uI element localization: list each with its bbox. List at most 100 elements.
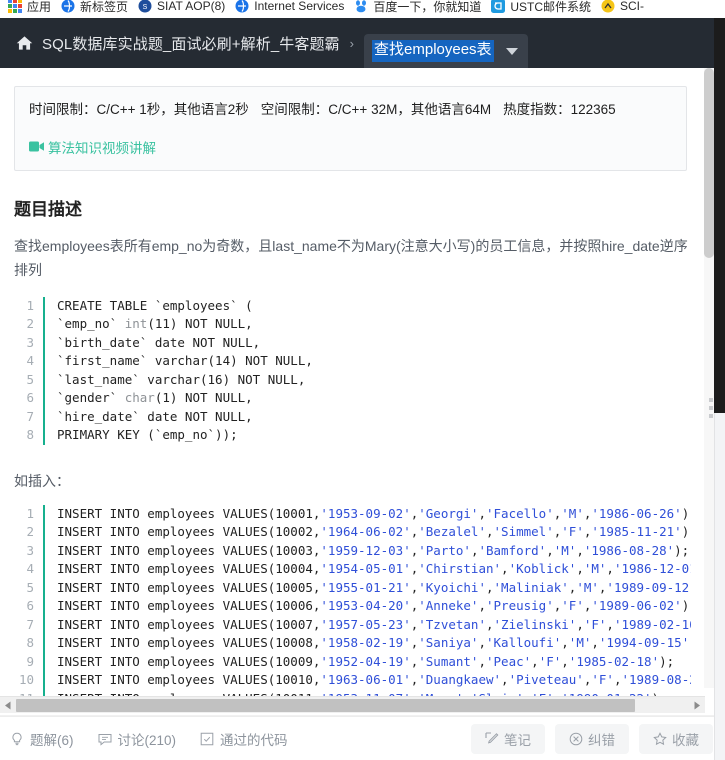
hscroll-track[interactable] [16,698,689,712]
insert-values-line: 1 INSERT INTO employees VALUES(10001,'195… [14,504,691,524]
line-number: 2 [14,315,45,334]
code-token-plain: ); [681,598,691,614]
tab-find-employees[interactable]: 查找employees表 [364,34,528,68]
favorite-button[interactable]: 收藏 [639,723,713,754]
link-accepted-code[interactable]: 通过的代码 [200,729,288,749]
code-token-plain: `last_name` varchar(16) NOT NULL, [57,371,306,387]
button-label: 纠错 [588,732,615,748]
bookmark-siat-aop[interactable]: S SIAT AOP(8) [136,0,233,15]
page-vertical-scrollbar[interactable] [704,68,714,688]
link-label: 讨论(210) [117,732,177,748]
browser-bookmark-bar: 应用 新标签页 S SIAT AOP(8) Internet Services … [0,0,725,18]
code-token-plain: , [561,653,569,669]
code-token-string: '1955-01-21' [320,579,411,595]
bookmark-ustc-mail[interactable]: USTC邮件系统 [489,0,599,15]
code-line-text[interactable]: `last_name` varchar(16) NOT NULL, [44,371,313,390]
report-error-button[interactable]: 纠错 [555,723,629,754]
code-line-text[interactable]: INSERT INTO employees VALUES(10009,'1952… [44,653,691,672]
problem-content: 时间限制：C/C++ 1秒，其他语言2秒 空间限制：C/C++ 32M，其他语言6… [0,68,705,713]
code-line-text[interactable]: `birth_date` date NOT NULL, [44,334,313,353]
code-token-string: 'Piveteau' [508,672,584,688]
link-solutions[interactable]: 题解(6) [10,729,74,749]
code-line-text[interactable]: INSERT INTO employees VALUES(10005,'1955… [44,579,691,598]
code-token-plain: , [606,616,614,632]
code-token-string: 'M' [576,579,599,595]
code-token-plain: INSERT INTO employees VALUES(10004, [57,561,321,577]
code-token-plain: PRIMARY KEY (`emp_no`)); [57,427,238,443]
scroll-right-arrow-icon[interactable] [689,697,705,714]
bookmark-sci-hub[interactable]: SCI- [599,0,652,15]
code-token-string: '1989-06-02' [591,598,682,614]
create-table-line: 7 `hire_date` date NOT NULL, [14,407,313,427]
line-number: 8 [14,634,45,653]
panel-resize-grip[interactable] [709,398,713,420]
apps-grid-icon [8,0,22,13]
code-line-text[interactable]: INSERT INTO employees VALUES(10002,'1964… [44,523,691,542]
code-token-plain: , [478,505,486,521]
code-line-text[interactable]: `hire_date` date NOT NULL, [44,408,313,427]
line-number: 3 [14,333,45,353]
bookmark-apps[interactable]: 应用 [6,0,59,15]
code-token-plain: , [485,579,494,595]
line-number: 5 [14,370,45,390]
code-token-plain: INSERT INTO employees VALUES(10001, [57,505,321,521]
chevron-down-icon[interactable] [505,47,518,55]
code-line-text[interactable]: INSERT INTO employees VALUES(10007,'1957… [44,616,691,635]
code-token-plain: INSERT INTO employees VALUES(10003, [57,542,321,558]
code-token-plain: `hire_date` date NOT NULL, [57,408,253,424]
button-label: 笔记 [504,732,531,748]
vscroll-thumb[interactable] [704,68,714,258]
code-token-string: '1986-12-01' [613,561,691,577]
lightbulb-icon [12,732,22,745]
code-line-text[interactable]: INSERT INTO employees VALUES(10010,'1963… [44,671,691,690]
bottom-bar-left-group: 题解(6) 讨论(210) 通过的代码 [10,729,288,749]
code-line-text[interactable]: `first_name` varchar(14) NOT NULL, [44,352,313,371]
breadcrumb-title[interactable]: SQL数据库实战题_面试必刷+解析_牛客题霸 [42,33,340,54]
code-table-create: 1 CREATE TABLE `employees` (2 `emp_no` int… [14,296,313,445]
code-line-text[interactable]: INSERT INTO employees VALUES(10008,'1958… [44,634,691,653]
code-token-plain: INSERT INTO employees VALUES(10007, [57,616,321,632]
code-horizontal-scrollbar[interactable] [0,696,705,713]
line-number: 1 [14,296,45,316]
code-token-plain: INSERT INTO employees VALUES(10010, [57,672,321,688]
bookmark-new-tab[interactable]: 新标签页 [59,0,136,15]
code-line-text[interactable]: INSERT INTO employees VALUES(10006,'1953… [44,597,691,616]
video-tutorial-link[interactable]: 算法知识视频讲解 [29,137,156,157]
code-token-plain: (1) NOT NULL, [154,390,253,406]
code-token-plain: ); [681,505,691,521]
page-body: 时间限制：C/C++ 1秒，其他语言2秒 空间限制：C/C++ 32M，其他语言6… [0,68,725,760]
insert-values-line: 9 INSERT INTO employees VALUES(10009,'195… [14,652,691,672]
checked-document-icon [200,732,214,745]
note-button[interactable]: 笔记 [471,723,545,754]
create-table-line: 3 `birth_date` date NOT NULL, [14,333,313,353]
code-token-string: 'Tzvetan' [418,616,486,632]
mail-icon [491,0,506,13]
code-line-text[interactable]: INSERT INTO employees VALUES(10003,'1959… [44,542,691,561]
code-token-plain: `birth_date` date NOT NULL, [57,334,261,350]
bottom-bar-right-group: 笔记 纠错 收藏 [471,723,713,754]
code-line-text[interactable]: CREATE TABLE `employees` ( [44,297,313,316]
link-discussion[interactable]: 讨论(210) [98,729,177,749]
line-number: 7 [14,407,45,427]
code-token-string: '1964-06-02' [320,524,411,540]
code-line-text[interactable]: `gender` char(1) NOT NULL, [44,389,313,408]
scroll-left-arrow-icon[interactable] [0,697,16,714]
bookmark-baidu[interactable]: 百度一下，你就知道 [352,0,489,15]
code-line-text[interactable]: INSERT INTO employees VALUES(10004,'1954… [44,560,691,579]
code-token-plain: ); [674,542,690,558]
code-block-insert-values[interactable]: 1 INSERT INTO employees VALUES(10001,'195… [14,504,691,711]
home-icon[interactable] [16,35,33,51]
code-token-plain: INSERT INTO employees VALUES(10005, [57,579,321,595]
code-line-text[interactable]: `emp_no` int(11) NOT NULL, [44,315,313,334]
code-token-string: 'Bezalel' [418,524,486,540]
code-line-text[interactable]: PRIMARY KEY (`emp_no`)); [44,426,313,445]
star-icon [653,731,667,745]
code-token-string: '1953-09-02' [320,505,411,521]
code-block-create-table[interactable]: 1 CREATE TABLE `employees` (2 `emp_no` int… [14,296,691,449]
bookmark-internet-services[interactable]: Internet Services [233,0,352,15]
code-line-text[interactable]: INSERT INTO employees VALUES(10001,'1953… [44,505,691,524]
code-token-plain: INSERT INTO employees VALUES(10008, [57,635,321,651]
bookmark-label: Internet Services [254,0,345,13]
hscroll-thumb[interactable] [16,698,636,712]
line-number: 5 [14,578,45,598]
